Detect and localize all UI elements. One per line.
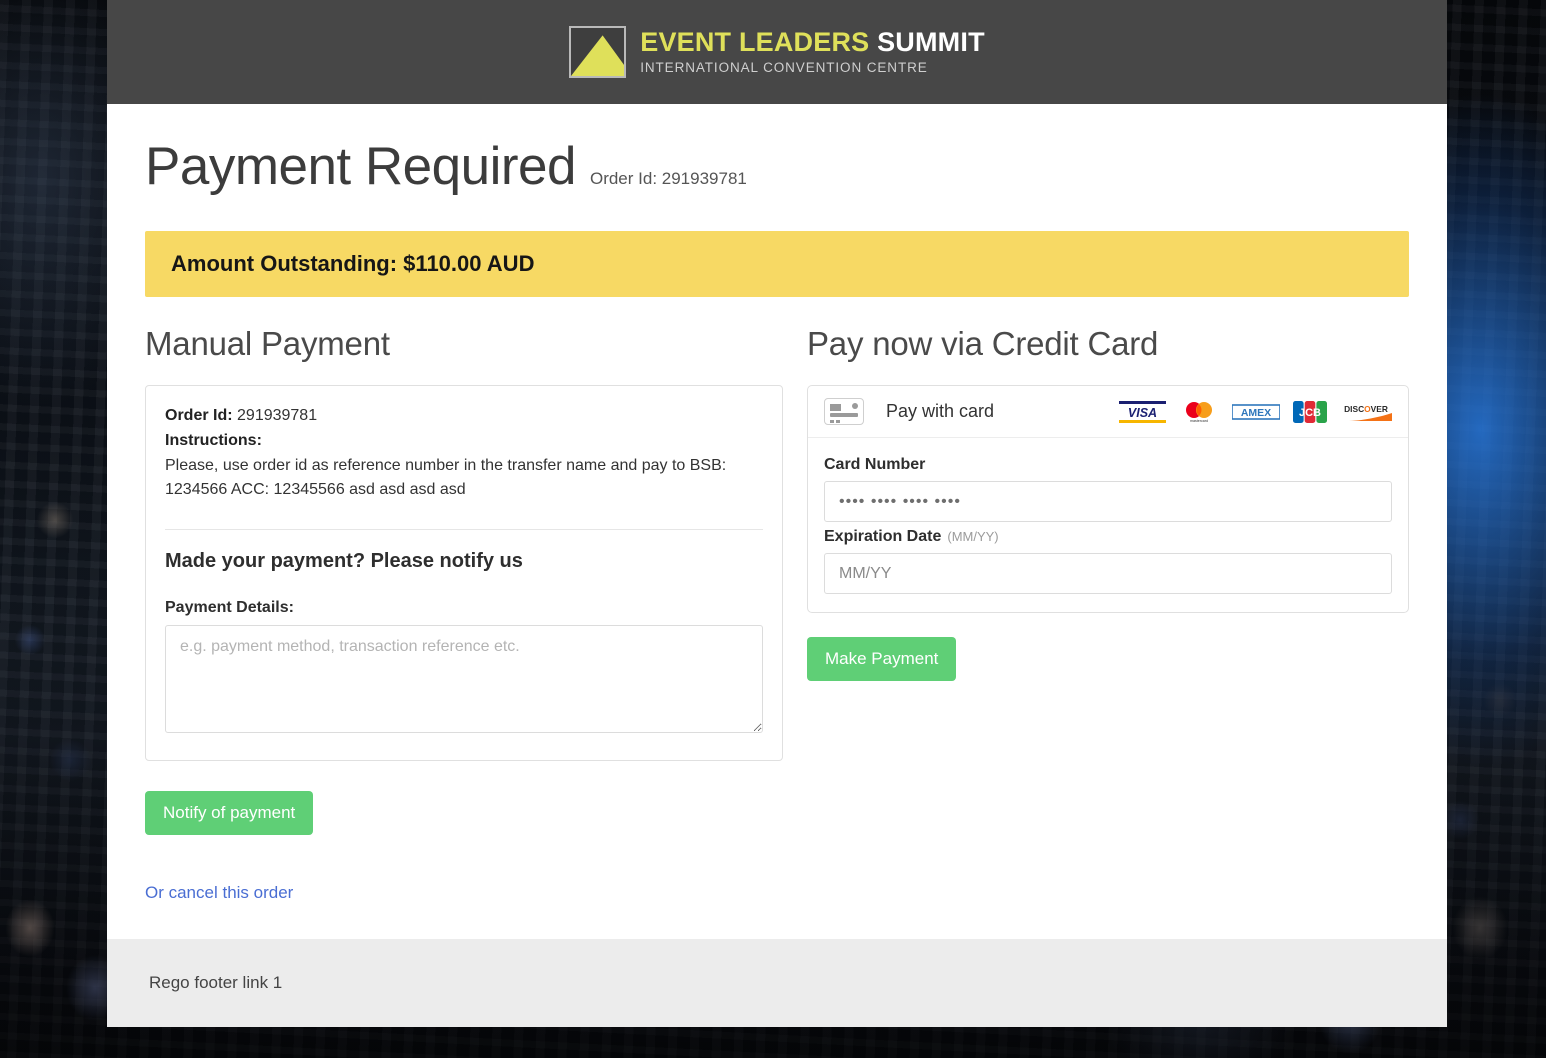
svg-text:DISCOVER: DISCOVER: [1344, 404, 1388, 414]
credit-card-icon: [824, 398, 864, 425]
discover-icon: DISCOVER: [1340, 400, 1392, 423]
pay-with-card-label: Pay with card: [886, 401, 995, 421]
credit-card-panel: Pay with card VISA mastercard AMEX JCB D…: [807, 385, 1409, 613]
svg-text:JCB: JCB: [1299, 407, 1321, 419]
payment-details-input[interactable]: [165, 625, 763, 734]
panel-order-id-label: Order Id:: [165, 407, 233, 424]
instructions-label-text: Instructions:: [165, 431, 262, 449]
svg-text:mastercard: mastercard: [1190, 419, 1208, 423]
logo-title-plain: SUMMIT: [877, 27, 985, 58]
site-footer: Rego footer link 1: [107, 939, 1447, 1028]
visa-icon: VISA: [1119, 400, 1166, 423]
panel-instructions-text: Please, use order id as reference number…: [165, 456, 727, 499]
expiration-date-input[interactable]: [824, 553, 1392, 594]
make-payment-button[interactable]: Make Payment: [807, 637, 957, 681]
panel-order-id-value: 291939781: [237, 407, 318, 424]
expiration-date-label: Expiration Date (MM/YY): [824, 528, 1392, 546]
logo-text: EVENT LEADERS SUMMIT INTERNATIONAL CONVE…: [640, 29, 985, 75]
manual-payment-panel: Order Id: 291939781 Instructions: Please…: [145, 385, 783, 762]
panel-order-id-row: Order Id: 291939781: [165, 404, 763, 429]
logo-subtitle: INTERNATIONAL CONVENTION CENTRE: [640, 60, 928, 76]
card-number-input[interactable]: [824, 481, 1392, 522]
manual-payment-heading: Manual Payment: [145, 325, 390, 362]
footer-link-1[interactable]: Rego footer link 1: [149, 973, 282, 993]
cancel-order-link[interactable]: Or cancel this order: [145, 883, 293, 903]
card-brand-logos: VISA mastercard AMEX JCB DISCOVER: [1119, 400, 1392, 423]
credit-card-panel-body: Card Number Expiration Date (MM/YY): [808, 438, 1408, 612]
credit-card-heading: Pay now via Credit Card: [807, 325, 1159, 362]
credit-card-panel-header: Pay with card VISA mastercard AMEX JCB D…: [808, 386, 1408, 438]
expiration-date-hint: (MM/YY): [947, 529, 999, 544]
mountain-triangle-logo-icon: [569, 26, 627, 78]
site-body: Payment Required Order Id: 291939781 Amo…: [107, 104, 1447, 940]
page-title-row: Payment Required Order Id: 291939781: [145, 126, 1409, 197]
page-order-id: Order Id: 291939781: [589, 169, 747, 188]
jcb-icon: JCB: [1293, 400, 1327, 423]
amex-icon: AMEX: [1232, 403, 1280, 420]
payment-details-label: Payment Details:: [165, 599, 294, 617]
panel-instructions-label: Instructions:: [165, 429, 763, 454]
site-logo[interactable]: EVENT LEADERS SUMMIT INTERNATIONAL CONVE…: [569, 26, 985, 78]
notify-heading: Made your payment? Please notify us: [165, 550, 523, 573]
expiration-date-label-text: Expiration Date: [824, 528, 942, 545]
manual-payment-column: Manual Payment Order Id: 291939781 Instr…: [145, 325, 783, 903]
page-container: EVENT LEADERS SUMMIT INTERNATIONAL CONVE…: [107, 0, 1447, 1028]
logo-title-highlight: EVENT LEADERS: [640, 27, 870, 58]
svg-text:AMEX: AMEX: [1241, 407, 1271, 419]
payment-columns: Manual Payment Order Id: 291939781 Instr…: [145, 325, 1409, 903]
page-title: Payment Required: [145, 137, 576, 196]
credit-card-column: Pay now via Credit Card Pay with card VI…: [807, 325, 1409, 903]
amount-outstanding-banner: Amount Outstanding: $110.00 AUD: [145, 231, 1409, 297]
svg-text:VISA: VISA: [1128, 406, 1157, 420]
panel-divider: [165, 529, 763, 531]
mastercard-icon: mastercard: [1186, 401, 1212, 423]
card-number-label: Card Number: [824, 456, 926, 473]
notify-of-payment-button[interactable]: Notify of payment: [145, 791, 314, 836]
site-header: EVENT LEADERS SUMMIT INTERNATIONAL CONVE…: [107, 0, 1447, 104]
